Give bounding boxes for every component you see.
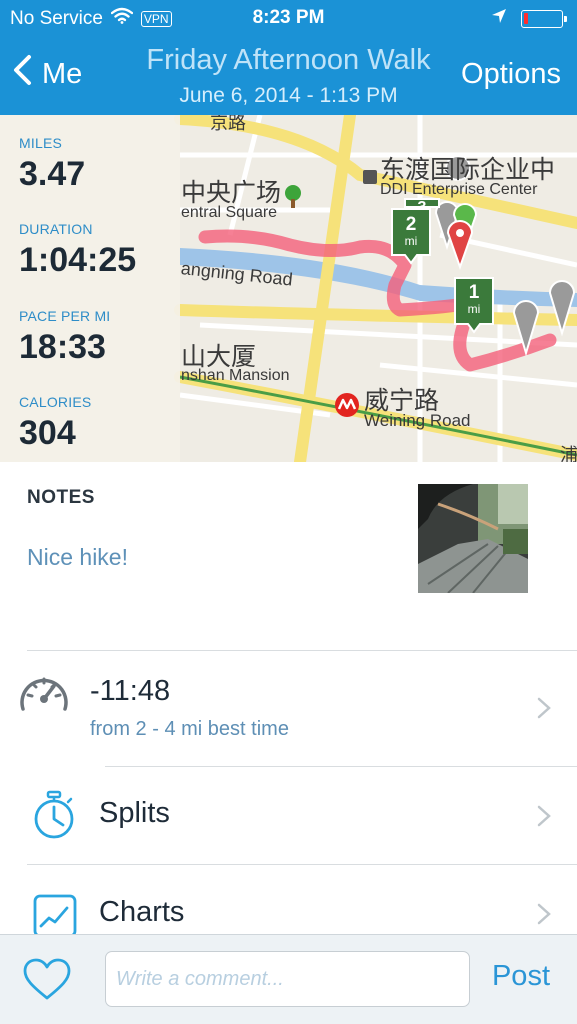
best-time-value: -11:48 <box>90 675 171 707</box>
header: No Service VPN 8:23 PM Me Friday Afterno… <box>0 0 577 115</box>
stat-label: DURATION <box>19 221 93 237</box>
milestone-marker[interactable]: 2 mi <box>392 215 430 248</box>
milestone-number: 2 <box>405 214 417 235</box>
best-time-subtitle: from 2 - 4 mi best time <box>90 718 289 740</box>
stat-pace: PACE PER MI 18:33 <box>19 308 110 367</box>
stopwatch-icon <box>32 790 76 845</box>
post-button[interactable]: Post <box>492 960 550 993</box>
comment-input[interactable] <box>105 951 470 1007</box>
map-label: Weining Road <box>364 411 471 430</box>
milestone-unit: mi <box>404 234 418 248</box>
notes-text: Nice hike! <box>27 544 128 570</box>
walk-photo[interactable] <box>418 484 528 593</box>
status-bar: No Service VPN 8:23 PM <box>0 0 577 38</box>
chevron-right-icon <box>537 697 551 724</box>
stat-duration: DURATION 1:04:25 <box>19 221 136 280</box>
location-arrow-icon <box>491 8 507 30</box>
battery-icon <box>521 10 567 28</box>
charts-label: Charts <box>99 896 185 928</box>
stat-value: 304 <box>19 414 76 452</box>
stat-label: MILES <box>19 135 63 151</box>
best-time-row[interactable]: -11:48 from 2 - 4 mi best time <box>0 651 577 766</box>
comment-bar: Post <box>0 934 577 1024</box>
charts-row[interactable]: Charts <box>0 865 577 934</box>
speedometer-icon <box>18 671 70 720</box>
stat-value: 3.47 <box>19 155 86 193</box>
battery-fill <box>524 13 528 24</box>
notes-heading: NOTES <box>27 487 95 508</box>
nav-bar: Me Friday Afternoon Walk June 6, 2014 - … <box>0 40 577 115</box>
map-label: entral Square <box>181 204 278 221</box>
stat-label: PACE PER MI <box>19 308 111 324</box>
route-map[interactable]: 中央广场 entral Square 东渡国际企业中 DDI Enterpris… <box>0 115 577 462</box>
map-label: DDI Enterprise Center <box>380 181 538 198</box>
notes-section: NOTES Nice hike! <box>0 462 577 650</box>
stat-miles: MILES 3.47 <box>19 135 85 194</box>
stat-label: CALORIES <box>19 394 92 410</box>
chart-icon <box>33 894 77 934</box>
milestone-number: 3 <box>417 199 427 209</box>
map-label: 浦 <box>560 445 577 462</box>
milestone-unit: mi <box>467 302 481 316</box>
heart-icon[interactable] <box>22 958 72 1007</box>
map-label: 京路 <box>210 115 246 134</box>
milestone-number: 1 <box>468 282 480 303</box>
stat-calories: CALORIES 304 <box>19 394 91 453</box>
milestone-marker[interactable]: 3 mi <box>405 199 439 209</box>
chevron-right-icon <box>537 903 551 930</box>
splits-row[interactable]: Splits <box>0 767 577 864</box>
map-label: nshan Mansion <box>181 367 290 384</box>
stat-value: 1:04:25 <box>19 241 137 279</box>
options-button[interactable]: Options <box>461 58 561 91</box>
status-right <box>491 8 567 30</box>
stats-panel: MILES 3.47 DURATION 1:04:25 PACE PER MI … <box>0 115 180 462</box>
chevron-right-icon <box>537 805 551 832</box>
stat-value: 18:33 <box>19 328 106 366</box>
splits-label: Splits <box>99 797 170 829</box>
milestone-marker[interactable]: 1 mi <box>455 283 493 316</box>
